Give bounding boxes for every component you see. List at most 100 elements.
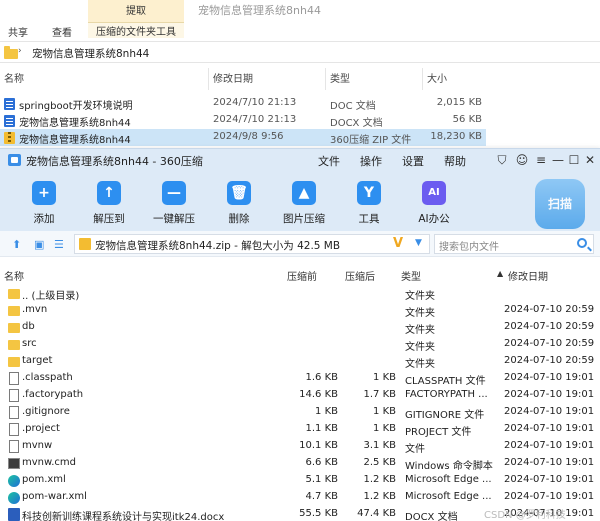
- address-bar[interactable]: › 宠物信息管理系统8nh44: [0, 41, 600, 63]
- image-compress-label: 图片压缩: [283, 213, 325, 225]
- item-size-after: 2.5 KB: [363, 457, 397, 468]
- menu-icon[interactable]: ≡: [533, 152, 549, 168]
- item-name: pom-war.xml: [22, 491, 87, 502]
- tab-compressed-folder-tools[interactable]: 压缩的文件夹工具: [88, 22, 184, 38]
- column-type[interactable]: 类型: [401, 268, 421, 283]
- item-type: Windows 命令脚本: [405, 461, 493, 472]
- file-icon: [9, 423, 19, 436]
- list-header: 名称 压缩前 压缩后 类型 ▲ 修改日期: [0, 265, 600, 283]
- menu-action[interactable]: 操作: [360, 153, 382, 169]
- list-item[interactable]: .project 1.1 KB 1 KB PROJECT 文件 2024-07-10 1…: [0, 421, 600, 438]
- chevron-right-icon[interactable]: ›: [18, 46, 22, 56]
- column-divider[interactable]: [208, 68, 209, 90]
- menu-help[interactable]: 帮助: [444, 153, 466, 169]
- column-type[interactable]: 类型: [330, 70, 350, 88]
- file-row[interactable]: springboot开发环境说明 2024/7/10 21:13 DOC 文档 …: [0, 95, 486, 112]
- close-icon[interactable]: ✕: [582, 152, 598, 168]
- file-name: springboot开发环境说明: [19, 101, 133, 112]
- extract-to-icon: ↑: [97, 181, 121, 205]
- file-size: 18,230 KB: [430, 131, 482, 142]
- up-arrow-icon[interactable]: ⬆: [12, 238, 21, 251]
- list-item[interactable]: .gitignore 1 KB 1 KB GITIGNORE 文件 2024-07-10…: [0, 404, 600, 421]
- list-item[interactable]: mvnw.cmd 6.6 KB 2.5 KB Windows 命令脚本 2024-07-…: [0, 455, 600, 472]
- archive-path[interactable]: 宠物信息管理系统8nh44.zip - 解包大小为 42.5 MB V ▼: [74, 234, 430, 254]
- word-doc-icon: [8, 508, 20, 521]
- file-size: 56 KB: [452, 114, 482, 125]
- item-size-before: 1.1 KB: [305, 423, 339, 434]
- file-type: 360压缩 ZIP 文件: [330, 135, 412, 146]
- file-row[interactable]: 宠物信息管理系统8nh44 2024/7/10 21:13 DOCX 文档 56…: [0, 112, 486, 129]
- item-size-before: 14.6 KB: [299, 389, 338, 400]
- extract-to-label: 解压到: [93, 213, 125, 225]
- folder-icon: [8, 306, 20, 316]
- column-modified[interactable]: 修改日期: [213, 70, 253, 88]
- item-name: .classpath: [22, 372, 73, 383]
- minimize-icon[interactable]: —: [550, 152, 566, 168]
- one-click-extract-button[interactable]: — 一键解压: [144, 175, 204, 227]
- item-name: .mvn: [22, 304, 48, 315]
- folder-icon: [8, 323, 20, 333]
- file-date: 2024/9/8 9:56: [213, 131, 284, 142]
- file-type: DOCX 文档: [330, 118, 383, 129]
- ai-office-button[interactable]: AI AI办公: [404, 175, 464, 227]
- list-item[interactable]: src 文件夹 2024-07-10 20:59: [0, 336, 600, 353]
- item-name: src: [22, 338, 37, 349]
- menu-file[interactable]: 文件: [318, 153, 340, 169]
- column-size[interactable]: 大小: [427, 70, 447, 88]
- delete-button[interactable]: 🗑 删除: [209, 175, 269, 227]
- window-title: 宠物信息管理系统8nh44 - 360压缩: [26, 155, 203, 168]
- title-bar[interactable]: 宠物信息管理系统8nh44 - 360压缩 文件 操作 设置 帮助 ⛉ ☺ ≡ …: [0, 149, 600, 171]
- list-item[interactable]: target 文件夹 2024-07-10 20:59: [0, 353, 600, 370]
- scan-button[interactable]: 扫描: [535, 179, 585, 229]
- extract-to-button[interactable]: ↑ 解压到: [79, 175, 139, 227]
- address-path: 宠物信息管理系统8nh44: [32, 48, 150, 60]
- list-item[interactable]: .factorypath 14.6 KB 1.7 KB FACTORYPATH ...…: [0, 387, 600, 404]
- search-input[interactable]: 搜索包内文件: [434, 234, 594, 254]
- item-type: 文件: [405, 444, 425, 455]
- skin-icon[interactable]: ⛉: [494, 152, 510, 168]
- list-item[interactable]: .classpath 1.6 KB 1 KB CLASSPATH 文件 2024-07-…: [0, 370, 600, 387]
- list-item[interactable]: mvnw 10.1 KB 3.1 KB 文件 2024-07-10 19:01: [0, 438, 600, 455]
- item-type: PROJECT 文件: [405, 427, 472, 438]
- sort-arrow-icon[interactable]: ▲: [497, 269, 503, 278]
- column-name[interactable]: 名称: [4, 268, 24, 283]
- list-item[interactable]: pom-war.xml 4.7 KB 1.2 KB Microsoft Edge ..…: [0, 489, 600, 506]
- file-row-selected[interactable]: 宠物信息管理系统8nh44 2024/9/8 9:56 360压缩 ZIP 文件…: [0, 129, 486, 146]
- list-item[interactable]: .mvn 文件夹 2024-07-10 20:59: [0, 302, 600, 319]
- column-date[interactable]: 修改日期: [508, 268, 548, 283]
- feedback-icon[interactable]: ☺: [514, 152, 530, 168]
- list-item[interactable]: pom.xml 5.1 KB 1.2 KB Microsoft Edge ... 202…: [0, 472, 600, 489]
- add-button[interactable]: + 添加: [14, 175, 74, 227]
- column-name[interactable]: 名称: [4, 70, 24, 88]
- column-divider[interactable]: [422, 68, 423, 90]
- column-compressed[interactable]: 压缩后: [345, 268, 375, 283]
- list-item[interactable]: .. (上级目录) 文件夹: [0, 285, 600, 302]
- column-divider[interactable]: [325, 68, 326, 90]
- one-click-extract-label: 一键解压: [153, 213, 195, 225]
- delete-label: 删除: [228, 213, 250, 225]
- tab-view[interactable]: 查看: [52, 24, 72, 39]
- maximize-icon[interactable]: ☐: [566, 152, 582, 168]
- menu-settings[interactable]: 设置: [402, 153, 424, 169]
- toolbar: + 添加 ↑ 解压到 — 一键解压 🗑 删除 ▲ 图片压缩 Y 工具 AI AI…: [0, 171, 600, 231]
- item-size-after: 1.2 KB: [363, 491, 397, 502]
- folder-icon: [8, 289, 20, 299]
- check-icon: V: [393, 236, 404, 251]
- doc-icon: [4, 98, 15, 110]
- chevron-down-icon[interactable]: ▼: [415, 238, 422, 248]
- view-thumbnail-icon[interactable]: ▣: [34, 238, 44, 251]
- column-uncompressed[interactable]: 压缩前: [287, 268, 317, 283]
- item-size-before: 1.6 KB: [305, 372, 339, 383]
- compressed-tools-group: 提取 压缩的文件夹工具: [88, 0, 184, 38]
- tab-share[interactable]: 共享: [8, 24, 28, 39]
- tools-button[interactable]: Y 工具: [339, 175, 399, 227]
- item-name: .factorypath: [22, 389, 84, 400]
- item-size-before: 55.5 KB: [299, 508, 338, 519]
- search-icon[interactable]: [577, 238, 587, 248]
- list-item[interactable]: db 文件夹 2024-07-10 20:59: [0, 319, 600, 336]
- tab-extract[interactable]: 提取: [88, 2, 184, 17]
- view-list-icon[interactable]: ☰: [54, 238, 64, 251]
- zip-icon: [79, 238, 91, 250]
- cmd-script-icon: [8, 458, 20, 469]
- image-compress-button[interactable]: ▲ 图片压缩: [274, 175, 334, 227]
